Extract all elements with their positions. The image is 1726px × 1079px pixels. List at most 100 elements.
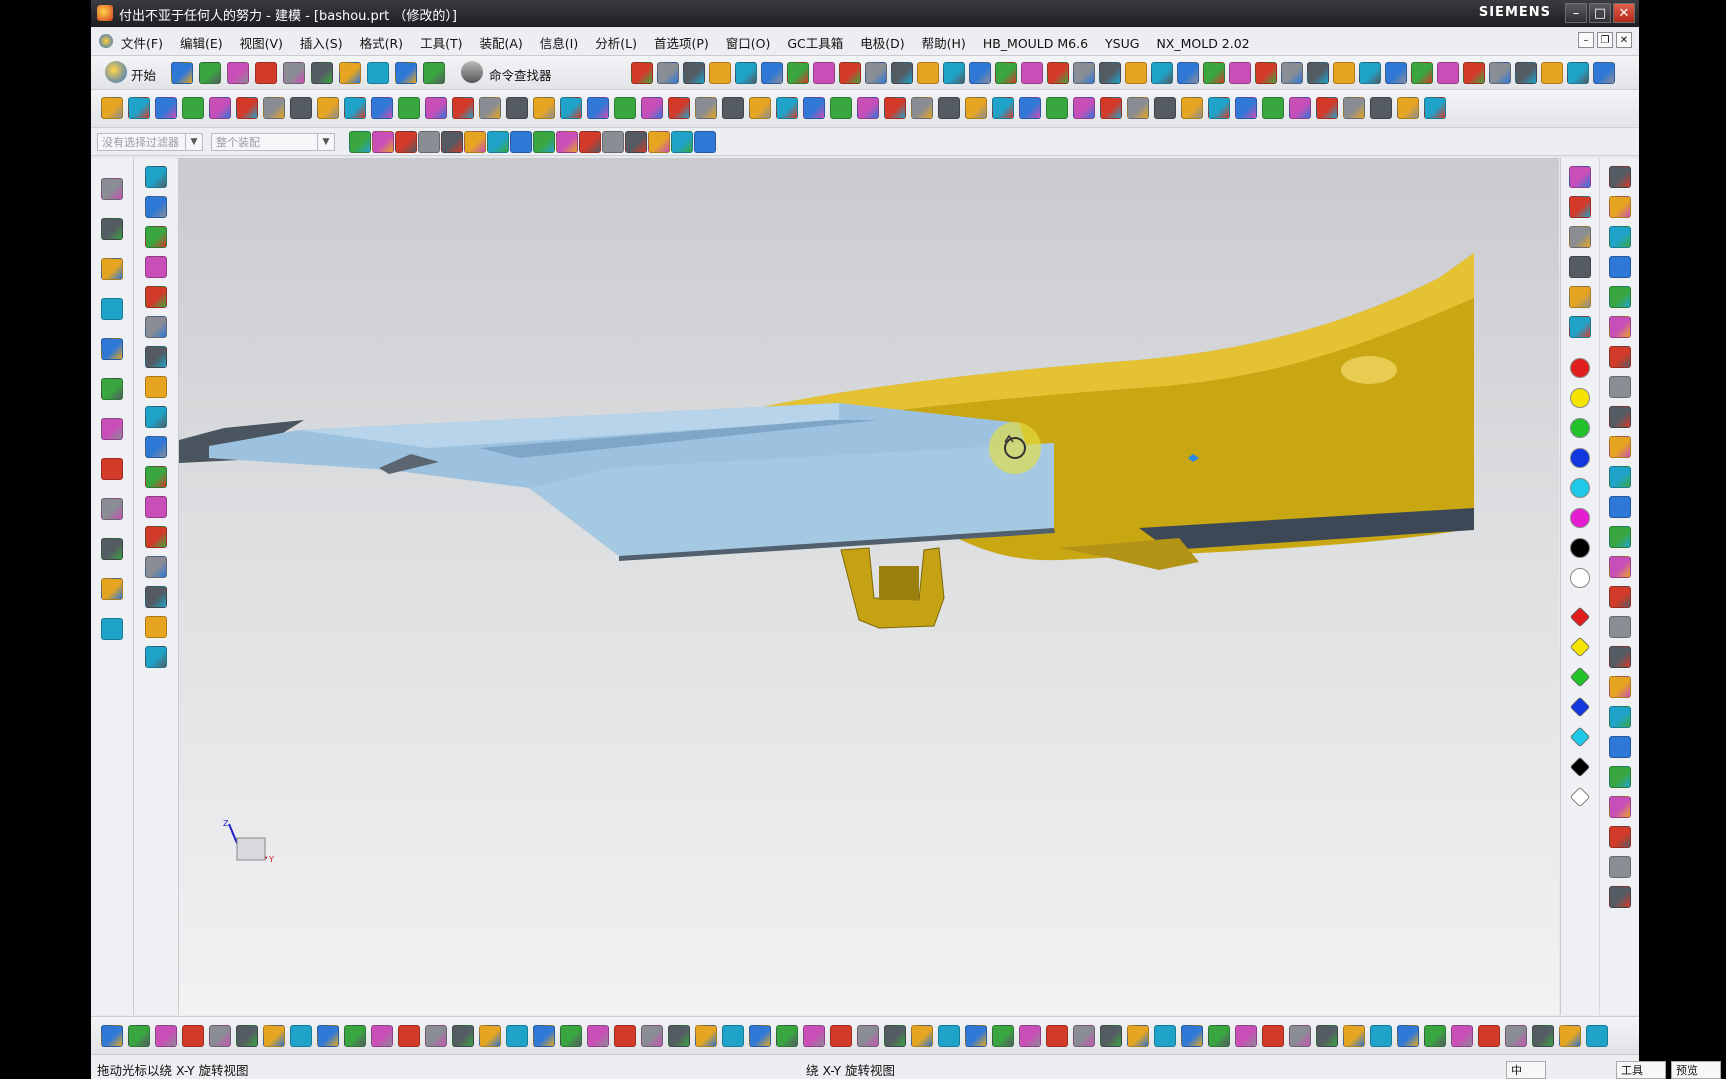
frame-icon[interactable]: [1569, 316, 1591, 338]
init-project-icon[interactable]: [128, 1025, 150, 1047]
surface-icon[interactable]: [145, 376, 167, 398]
runner-icon[interactable]: [1532, 1025, 1554, 1047]
fit-view-icon[interactable]: [1047, 62, 1069, 84]
extrude-icon[interactable]: [1100, 97, 1122, 119]
ejector-icon[interactable]: [884, 1025, 906, 1047]
blend-icon[interactable]: [263, 97, 285, 119]
color-swatch[interactable]: [1570, 478, 1590, 498]
thicken-icon[interactable]: [1046, 97, 1068, 119]
undo-icon[interactable]: [339, 62, 361, 84]
intersect-icon[interactable]: [992, 97, 1014, 119]
menu-item[interactable]: HB_MOULD M6.6: [983, 36, 1088, 51]
gate-icon[interactable]: [425, 1025, 447, 1047]
orient-icon[interactable]: [813, 62, 835, 84]
blend-icon[interactable]: [749, 97, 771, 119]
redo-icon[interactable]: [367, 62, 389, 84]
display-icon[interactable]: [1569, 256, 1591, 278]
training-icon[interactable]: [101, 618, 123, 640]
cube-icon[interactable]: [1609, 556, 1631, 578]
text-icon[interactable]: [1609, 466, 1631, 488]
menu-item[interactable]: 分析(L): [595, 33, 637, 52]
render-sphere-icon[interactable]: [1541, 62, 1563, 84]
pocket-icon[interactable]: [1100, 1025, 1122, 1047]
options-icon[interactable]: [395, 62, 417, 84]
cut-icon[interactable]: [255, 62, 277, 84]
block-icon[interactable]: [1609, 496, 1631, 518]
line-icon[interactable]: [145, 196, 167, 218]
menu-item[interactable]: 文件(F): [121, 33, 163, 52]
end-point-icon[interactable]: [533, 131, 555, 153]
shape-icon[interactable]: [1021, 62, 1043, 84]
electrode-icon[interactable]: [1586, 1025, 1608, 1047]
color-cube-icon[interactable]: [1569, 666, 1591, 688]
frame-icon[interactable]: [1609, 376, 1631, 398]
cube-icon[interactable]: [145, 166, 167, 188]
view-frame-icon[interactable]: [1203, 62, 1225, 84]
electrode-icon[interactable]: [1359, 62, 1381, 84]
revolve-icon[interactable]: [155, 97, 177, 119]
mold-base-icon[interactable]: [290, 1025, 312, 1047]
line-icon[interactable]: [441, 131, 463, 153]
render-sphere-icon[interactable]: [709, 62, 731, 84]
box-icon[interactable]: [1151, 62, 1173, 84]
mold-icon[interactable]: [1333, 62, 1355, 84]
gate-icon[interactable]: [1505, 1025, 1527, 1047]
solid-cube-icon[interactable]: [1099, 62, 1121, 84]
paint-icon[interactable]: [1569, 196, 1591, 218]
hole-icon[interactable]: [668, 97, 690, 119]
cavity-layout-icon[interactable]: [1262, 1025, 1284, 1047]
boss-icon[interactable]: [209, 97, 231, 119]
color-swatch[interactable]: [1570, 358, 1590, 378]
command-finder-button[interactable]: 命令查找器: [489, 65, 552, 84]
analysis-icon[interactable]: [995, 62, 1017, 84]
cone-icon[interactable]: [1609, 226, 1631, 248]
revolve-icon[interactable]: [641, 97, 663, 119]
text-icon[interactable]: [145, 346, 167, 368]
intersect-icon[interactable]: [506, 97, 528, 119]
family-mold-icon[interactable]: [749, 1025, 771, 1047]
shade-icon[interactable]: [657, 62, 679, 84]
sketch-icon[interactable]: [1281, 62, 1303, 84]
close-button[interactable]: ✕: [1613, 3, 1635, 23]
menu-item[interactable]: 电极(D): [860, 33, 904, 52]
select-icon[interactable]: [694, 131, 716, 153]
electrode-icon[interactable]: [943, 62, 965, 84]
minimize-button[interactable]: –: [1565, 3, 1587, 23]
workpiece-icon[interactable]: [695, 1025, 717, 1047]
fit-view-icon[interactable]: [1463, 62, 1485, 84]
render-sphere-icon[interactable]: [1125, 62, 1147, 84]
more-icon[interactable]: [423, 62, 445, 84]
start-button[interactable]: 开始: [131, 65, 156, 84]
pattern-icon[interactable]: [1370, 97, 1392, 119]
color-swatch[interactable]: [1570, 538, 1590, 558]
existing-point-icon[interactable]: [625, 131, 647, 153]
insert-icon[interactable]: [938, 1025, 960, 1047]
pocket-icon[interactable]: [1208, 97, 1230, 119]
mold-tools-icon[interactable]: [236, 1025, 258, 1047]
menu-item[interactable]: NX_MOLD 2.02: [1156, 36, 1249, 51]
region-icon[interactable]: [1609, 676, 1631, 698]
helix-icon[interactable]: [145, 316, 167, 338]
pattern-icon[interactable]: [884, 97, 906, 119]
arc-icon[interactable]: [145, 226, 167, 248]
chamfer-icon[interactable]: [290, 97, 312, 119]
layer-icon[interactable]: [1569, 286, 1591, 308]
standard-part-icon[interactable]: [317, 1025, 339, 1047]
explode-icon[interactable]: [145, 616, 167, 638]
slider-icon[interactable]: [1451, 1025, 1473, 1047]
unite-icon[interactable]: [938, 97, 960, 119]
cylinder-icon[interactable]: [761, 62, 783, 84]
subtract-icon[interactable]: [479, 97, 501, 119]
system-scenes-icon[interactable]: [101, 538, 123, 560]
color-swatch[interactable]: [1570, 388, 1590, 408]
slider-icon[interactable]: [1609, 796, 1631, 818]
color-cube-icon[interactable]: [1569, 786, 1591, 808]
menu-item[interactable]: 装配(A): [479, 33, 522, 52]
sketch-icon[interactable]: [101, 97, 123, 119]
extrude-icon[interactable]: [128, 97, 150, 119]
cavity-layout-icon[interactable]: [722, 1025, 744, 1047]
mold-wizard-icon[interactable]: [641, 1025, 663, 1047]
tray-preview-button[interactable]: 预览: [1671, 1061, 1721, 1079]
trim-icon[interactable]: [830, 97, 852, 119]
doc-close-button[interactable]: ✕: [1616, 32, 1632, 48]
